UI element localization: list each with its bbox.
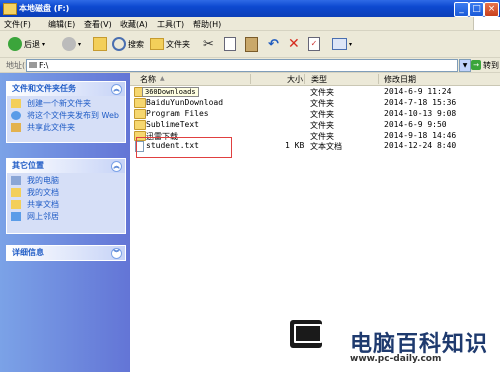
- collapse-icon[interactable]: ︽: [111, 161, 122, 172]
- file-row[interactable]: SublimeText 文件夹 2014-6-9 9:50: [130, 120, 500, 131]
- close-button[interactable]: ×: [484, 2, 499, 17]
- highlight-box: [136, 137, 232, 158]
- drive-icon: [3, 3, 17, 15]
- copy-button[interactable]: [224, 35, 236, 53]
- back-arrow-icon: [8, 37, 22, 51]
- file-row[interactable]: 360Downloads 文件夹 2014-6-9 11:24: [130, 87, 500, 98]
- new-folder-icon: [11, 99, 21, 108]
- file-row[interactable]: BaiduYunDownload 文件夹 2014-7-18 15:36: [130, 98, 500, 109]
- column-name[interactable]: 名称: [140, 74, 156, 85]
- pane-other-places: 其它位置 ︽ 我的电脑 我的文档 共享文档 网上邻居: [6, 158, 126, 234]
- views-icon: [332, 38, 347, 50]
- chevron-down-icon: ▾: [78, 40, 82, 48]
- watermark-url: www.pc-daily.com: [350, 354, 442, 364]
- folder-icon: [134, 98, 146, 108]
- views-button[interactable]: ▾: [332, 35, 352, 53]
- place-shared-documents[interactable]: 共享文档: [7, 200, 125, 209]
- menu-view[interactable]: 查看(V): [84, 19, 112, 30]
- folder-icon: [134, 109, 146, 119]
- folders-icon: [150, 38, 164, 50]
- drive-icon: [29, 62, 37, 68]
- go-arrow-icon: →: [471, 60, 481, 70]
- share-icon: [11, 123, 21, 132]
- task-pane: 文件和文件夹任务 ︽ 创建一个新文件夹 将这个文件夹发布到 Web 共享此文件夹 …: [0, 73, 130, 372]
- sort-arrow-icon: ▲: [160, 75, 165, 82]
- paste-icon: [245, 36, 258, 52]
- pane-title[interactable]: 详细信息 ︾: [7, 246, 125, 260]
- forward-arrow-icon: [62, 37, 76, 51]
- menu-edit[interactable]: 编辑(E): [48, 19, 75, 30]
- place-network[interactable]: 网上邻居: [7, 212, 125, 221]
- file-row[interactable]: Program Files 文件夹 2014-10-13 9:08: [130, 109, 500, 120]
- monitor-logo-icon: [290, 320, 322, 348]
- pane-title[interactable]: 文件和文件夹任务 ︽: [7, 82, 125, 96]
- scissors-icon: ✂: [203, 36, 214, 52]
- menu-favorites[interactable]: 收藏(A): [120, 19, 148, 30]
- task-share-folder[interactable]: 共享此文件夹: [7, 123, 125, 132]
- menu-tools[interactable]: 工具(T): [157, 19, 184, 30]
- column-size[interactable]: 大小: [287, 74, 303, 85]
- go-button[interactable]: → 转到: [471, 59, 499, 71]
- documents-icon: [11, 188, 21, 197]
- place-my-documents[interactable]: 我的文档: [7, 188, 125, 197]
- network-icon: [11, 212, 21, 221]
- up-folder-button[interactable]: [93, 35, 107, 53]
- window-title: 本地磁盘 (F:): [19, 4, 70, 13]
- column-type[interactable]: 类型: [311, 74, 327, 85]
- paste-button[interactable]: [245, 35, 258, 53]
- back-button[interactable]: 后退 ▾: [8, 35, 45, 53]
- windows-logo: [473, 17, 500, 30]
- collapse-icon[interactable]: ︽: [111, 84, 122, 95]
- expand-icon[interactable]: ︾: [111, 248, 122, 259]
- folders-button[interactable]: 文件夹: [150, 35, 190, 53]
- address-input[interactable]: F:\: [26, 59, 458, 72]
- menu-bar: 文件(F) 编辑(E) 查看(V) 收藏(A) 工具(T) 帮助(H): [0, 17, 500, 31]
- undo-button[interactable]: ↶: [268, 35, 279, 53]
- column-modified[interactable]: 修改日期: [384, 74, 416, 85]
- shared-documents-icon: [11, 200, 21, 209]
- folder-icon: [134, 120, 146, 130]
- properties-icon: ✓: [308, 37, 320, 51]
- delete-button[interactable]: ✕: [288, 35, 300, 53]
- column-header: 名称 ▲ 大小 类型 修改日期: [130, 73, 500, 86]
- task-new-folder[interactable]: 创建一个新文件夹: [7, 99, 125, 108]
- up-folder-icon: [93, 37, 107, 51]
- chevron-down-icon: ▾: [42, 40, 46, 48]
- properties-button[interactable]: ✓: [308, 35, 320, 53]
- title-bar: 本地磁盘 (F:) _ □ ×: [0, 0, 500, 17]
- chevron-down-icon: ▾: [349, 40, 353, 48]
- forward-button[interactable]: ▾: [62, 35, 81, 53]
- task-publish-web[interactable]: 将这个文件夹发布到 Web: [7, 111, 125, 120]
- cut-button[interactable]: ✂: [203, 35, 214, 53]
- address-dropdown-button[interactable]: ▼: [459, 59, 471, 72]
- pane-file-tasks: 文件和文件夹任务 ︽ 创建一个新文件夹 将这个文件夹发布到 Web 共享此文件夹: [6, 81, 126, 143]
- minimize-button[interactable]: _: [454, 2, 469, 17]
- search-icon: [112, 37, 126, 51]
- globe-icon: [11, 111, 21, 120]
- place-my-computer[interactable]: 我的电脑: [7, 176, 125, 185]
- menu-file[interactable]: 文件(F): [4, 19, 31, 30]
- name-tooltip: 360Downloads: [142, 87, 199, 97]
- delete-icon: ✕: [288, 36, 300, 52]
- search-button[interactable]: 搜索: [112, 35, 144, 53]
- undo-icon: ↶: [268, 36, 279, 52]
- maximize-button[interactable]: □: [469, 2, 484, 17]
- computer-icon: [11, 176, 21, 185]
- pane-title[interactable]: 其它位置 ︽: [7, 159, 125, 173]
- address-bar: 地址(D) F:\ ▼ → 转到: [0, 58, 500, 73]
- pane-details: 详细信息 ︾: [6, 245, 126, 261]
- toolbar: 后退 ▾ ▾ 搜索 文件夹 ✂ ↶ ✕ ✓ ▾: [0, 31, 500, 58]
- menu-help[interactable]: 帮助(H): [193, 19, 221, 30]
- copy-icon: [224, 37, 236, 51]
